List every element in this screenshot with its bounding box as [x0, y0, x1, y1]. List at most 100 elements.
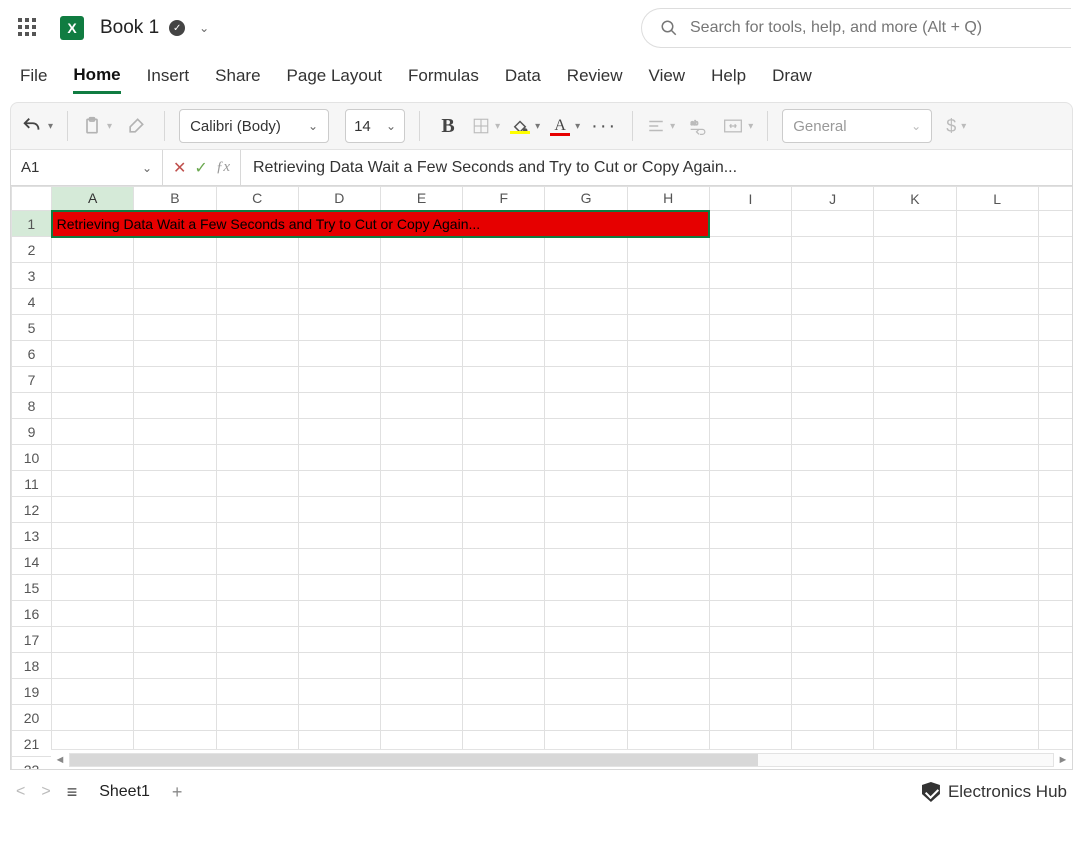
cell[interactable]	[956, 601, 1038, 627]
all-sheets-button[interactable]: ≡	[67, 782, 78, 803]
borders-button[interactable]	[472, 110, 500, 142]
cell[interactable]	[1038, 263, 1073, 289]
cell[interactable]	[709, 679, 791, 705]
cell[interactable]	[134, 523, 216, 549]
row-header[interactable]: 12	[12, 497, 52, 523]
cell[interactable]	[1038, 289, 1073, 315]
cell[interactable]	[709, 263, 791, 289]
formula-bar-input[interactable]: Retrieving Data Wait a Few Seconds and T…	[241, 150, 1072, 185]
cell[interactable]	[216, 471, 298, 497]
cell[interactable]	[792, 315, 874, 341]
cell[interactable]	[380, 549, 462, 575]
cell[interactable]	[463, 315, 545, 341]
cell[interactable]	[709, 445, 791, 471]
cell[interactable]	[52, 679, 134, 705]
cell[interactable]	[463, 679, 545, 705]
cell[interactable]	[134, 289, 216, 315]
col-header-H[interactable]: H	[627, 187, 709, 211]
cell[interactable]	[627, 237, 709, 263]
cell[interactable]	[298, 419, 380, 445]
cell[interactable]	[380, 341, 462, 367]
col-header-F[interactable]: F	[463, 187, 545, 211]
cell[interactable]	[956, 575, 1038, 601]
cell[interactable]	[874, 523, 956, 549]
cell[interactable]	[792, 575, 874, 601]
col-header-L[interactable]: L	[956, 187, 1038, 211]
cell[interactable]	[545, 263, 627, 289]
cell[interactable]	[874, 627, 956, 653]
col-header-D[interactable]: D	[298, 187, 380, 211]
cell[interactable]	[956, 289, 1038, 315]
merge-button[interactable]	[723, 110, 753, 142]
cell[interactable]	[463, 549, 545, 575]
formula-cancel-button[interactable]: ✕	[173, 158, 186, 178]
cell[interactable]	[792, 445, 874, 471]
cell[interactable]	[709, 705, 791, 731]
tab-formulas[interactable]: Formulas	[408, 60, 479, 92]
cell[interactable]	[216, 289, 298, 315]
cell[interactable]	[134, 263, 216, 289]
cell[interactable]	[216, 601, 298, 627]
tab-page-layout[interactable]: Page Layout	[287, 60, 382, 92]
cell[interactable]	[216, 575, 298, 601]
cell[interactable]	[874, 393, 956, 419]
tab-review[interactable]: Review	[567, 60, 623, 92]
cell[interactable]	[1038, 705, 1073, 731]
cell[interactable]	[380, 627, 462, 653]
cell[interactable]	[709, 601, 791, 627]
cell[interactable]	[216, 367, 298, 393]
tab-file[interactable]: File	[20, 60, 47, 92]
more-font-options-button[interactable]: ···	[590, 110, 618, 142]
cell[interactable]	[792, 471, 874, 497]
cell[interactable]	[545, 705, 627, 731]
cell[interactable]	[1038, 445, 1073, 471]
col-header-I[interactable]: I	[709, 187, 791, 211]
cell[interactable]	[52, 289, 134, 315]
cell[interactable]	[792, 263, 874, 289]
cell[interactable]	[545, 341, 627, 367]
cell[interactable]	[627, 341, 709, 367]
fx-icon[interactable]: ƒx	[216, 159, 230, 176]
cell[interactable]	[874, 419, 956, 445]
cell[interactable]	[463, 419, 545, 445]
cell[interactable]	[298, 601, 380, 627]
cell[interactable]	[1038, 211, 1073, 237]
row-header[interactable]: 8	[12, 393, 52, 419]
row-header[interactable]: 9	[12, 419, 52, 445]
cell[interactable]	[874, 289, 956, 315]
cell[interactable]	[463, 627, 545, 653]
tab-view[interactable]: View	[649, 60, 686, 92]
app-launcher-icon[interactable]	[18, 18, 38, 38]
cell[interactable]	[298, 549, 380, 575]
cell[interactable]	[709, 419, 791, 445]
cell[interactable]	[627, 627, 709, 653]
cell[interactable]	[545, 445, 627, 471]
cell[interactable]	[627, 393, 709, 419]
cell[interactable]	[545, 393, 627, 419]
cell[interactable]	[380, 419, 462, 445]
cell[interactable]	[956, 367, 1038, 393]
cell[interactable]	[627, 705, 709, 731]
undo-button[interactable]	[21, 110, 53, 142]
cell[interactable]	[792, 549, 874, 575]
cell[interactable]	[463, 263, 545, 289]
row-header[interactable]: 6	[12, 341, 52, 367]
cell[interactable]	[463, 575, 545, 601]
search-input[interactable]: Search for tools, help, and more (Alt + …	[641, 8, 1071, 48]
cell[interactable]	[709, 653, 791, 679]
row-header[interactable]: 7	[12, 367, 52, 393]
cell[interactable]	[956, 237, 1038, 263]
cell[interactable]	[792, 679, 874, 705]
cell[interactable]	[216, 497, 298, 523]
cell[interactable]	[380, 705, 462, 731]
cell[interactable]	[134, 679, 216, 705]
row-header[interactable]: 21	[12, 731, 52, 757]
cell[interactable]	[380, 445, 462, 471]
cell[interactable]	[134, 419, 216, 445]
cell[interactable]	[463, 393, 545, 419]
cell[interactable]	[134, 497, 216, 523]
cell[interactable]	[874, 705, 956, 731]
sheet-next-button[interactable]: >	[41, 783, 50, 801]
cell[interactable]	[216, 315, 298, 341]
cell[interactable]	[380, 497, 462, 523]
